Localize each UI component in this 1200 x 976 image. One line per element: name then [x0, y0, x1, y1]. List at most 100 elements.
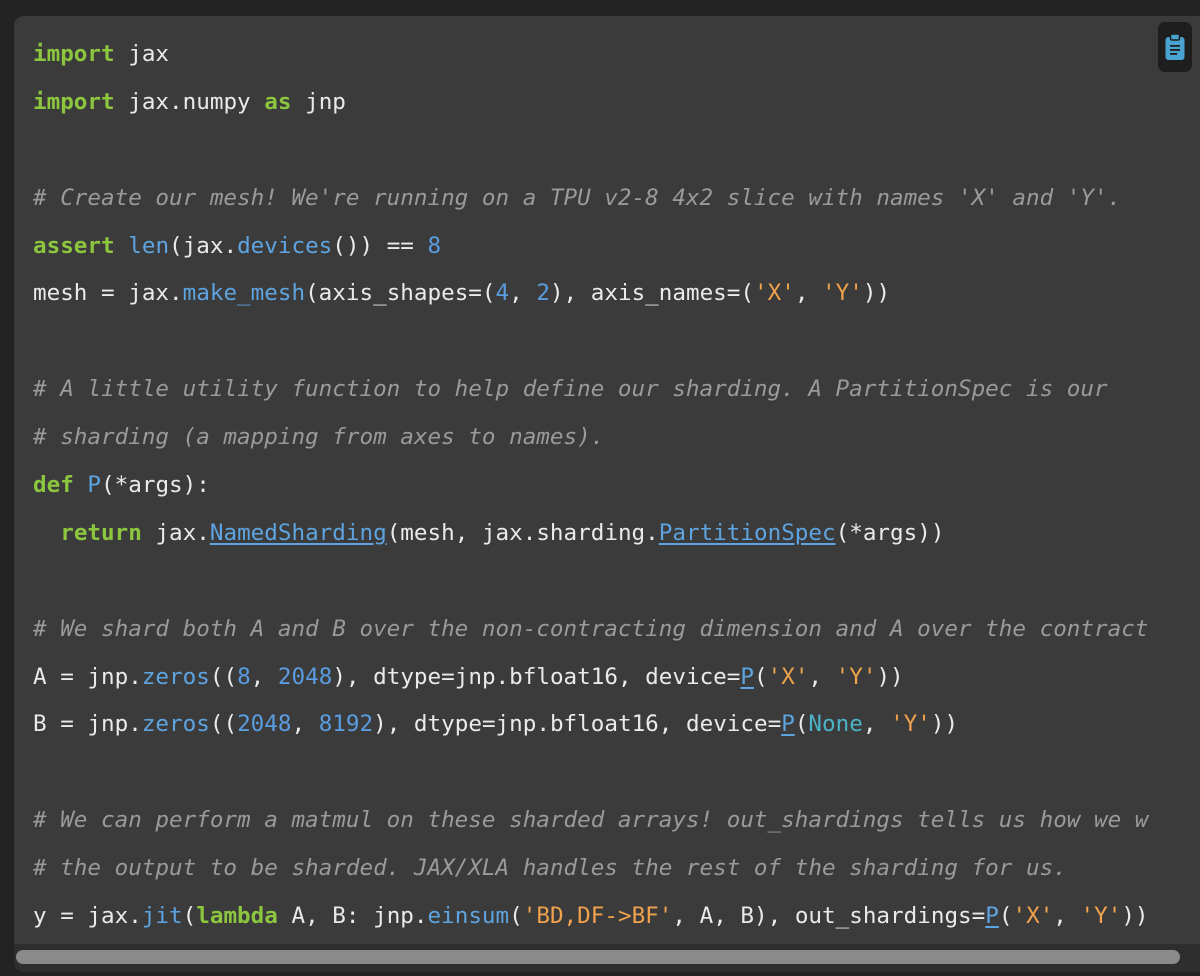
code-token: B = jnp. [33, 711, 142, 738]
code-token: , [1053, 903, 1081, 930]
code-token: jnp [291, 88, 346, 115]
code-token: devices [237, 232, 333, 259]
code-token[interactable]: P [740, 664, 754, 690]
code-token: lambda [196, 903, 278, 930]
code-token: zeros [141, 711, 210, 738]
code-block: import jax import jax.numpy as jnp # Crea… [14, 16, 1200, 972]
code-token: (( [209, 663, 238, 690]
code-scroll-area[interactable]: import jax import jax.numpy as jnp # Crea… [14, 16, 1200, 944]
clipboard-icon [1165, 33, 1185, 60]
code-token: )) [876, 663, 904, 690]
code-line: # We shard both A and B over the non-con… [33, 606, 1200, 654]
code-token: jax.numpy [114, 88, 265, 115]
code-token: , [291, 711, 319, 738]
code-token: len [128, 232, 170, 259]
code-token: 8192 [318, 711, 374, 738]
code-token: # A little utility function to help defi… [33, 376, 1108, 403]
code-line: # sharding (a mapping from axes to names… [33, 414, 1200, 462]
code-line: mesh = jax.make_mesh(axis_shapes=(4, 2),… [33, 270, 1200, 318]
code-token[interactable]: P [985, 903, 999, 929]
code-token: A, B: jnp. [277, 903, 428, 930]
code-token: # We can perform a matmul on these shard… [33, 807, 1149, 834]
code-line: assert len(jax.devices()) == 8 [33, 223, 1200, 271]
code-token: 'Y' [835, 663, 877, 690]
code-token: einsum [427, 903, 510, 930]
code-token: , [808, 663, 836, 690]
code-token: 2048 [277, 663, 333, 690]
code-token: (axis_shapes=( [305, 280, 496, 307]
code-token: )) [930, 711, 959, 738]
code-line: import jax.numpy as jnp [33, 79, 1200, 127]
code-token: assert [33, 232, 115, 259]
code-token: P [87, 472, 102, 499]
code-token: 'Y' [1080, 903, 1122, 930]
code-token: # Create our mesh! We're running on a TP… [33, 184, 1122, 211]
code-token: (*args)) [835, 519, 945, 546]
code-token: , [794, 280, 823, 307]
code-line: # the output to be sharded. JAX/XLA hand… [33, 845, 1200, 893]
scrollbar-thumb[interactable] [16, 950, 1180, 964]
code-token: 'X' [754, 280, 795, 307]
code-token: make_mesh [182, 280, 306, 307]
code-token: A = jnp. [33, 663, 142, 690]
code-token: jax [114, 41, 170, 67]
code-token[interactable]: P [781, 711, 795, 737]
code-token: # We shard both A and B over the non-con… [33, 615, 1149, 642]
code-token: ( [998, 903, 1013, 930]
code-line: B = jnp.zeros((2048, 8192), dtype=jnp.bf… [33, 701, 1200, 749]
code-text: import jax import jax.numpy as jnp # Crea… [14, 16, 1200, 941]
code-token: 'X' [767, 663, 809, 690]
code-token: as [264, 88, 292, 115]
code-token: 8 [237, 663, 251, 690]
code-line: def P(*args): [33, 462, 1200, 510]
code-token[interactable]: NamedSharding [210, 520, 387, 546]
code-line: # Create our mesh! We're running on a TP… [33, 175, 1200, 223]
code-token: def [33, 472, 74, 499]
code-token: import [33, 41, 115, 67]
code-token: ( [794, 711, 809, 738]
code-token: 8 [427, 232, 442, 259]
code-token: (*args): [101, 472, 210, 499]
code-line: # We can perform a matmul on these shard… [33, 797, 1200, 845]
code-token: ()) == [332, 232, 428, 259]
code-token: 'Y' [822, 280, 863, 307]
code-line: y = jax.jit(lambda A, B: jnp.einsum('BD,… [33, 893, 1200, 941]
code-token: (jax. [169, 232, 238, 259]
code-line: # A little utility function to help defi… [33, 366, 1200, 414]
code-token: # sharding (a mapping from axes to names… [33, 424, 605, 451]
code-token: , [509, 280, 537, 307]
code-token: ( [182, 903, 197, 930]
horizontal-scrollbar[interactable] [14, 944, 1200, 972]
code-token: 2 [536, 280, 550, 307]
code-token: mesh = jax. [33, 280, 183, 307]
code-token: 'Y' [890, 711, 931, 738]
code-token: jit [141, 903, 183, 930]
code-token: 'BD,DF->BF' [522, 903, 673, 930]
code-token: (mesh, jax.sharding. [386, 519, 659, 546]
code-token: ), dtype=jnp.bfloat16, device= [332, 663, 741, 690]
code-token: (( [209, 711, 238, 738]
code-token: y = jax. [33, 903, 142, 930]
code-line: A = jnp.zeros((8, 2048), dtype=jnp.bfloa… [33, 654, 1200, 702]
code-token: ), axis_names=( [549, 280, 754, 307]
code-token: None [808, 711, 863, 738]
code-token: zeros [141, 663, 210, 690]
code-token: , [862, 711, 891, 738]
copy-button[interactable] [1158, 22, 1192, 72]
code-token[interactable]: PartitionSpec [659, 520, 836, 546]
code-token: # the output to be sharded. JAX/XLA hand… [33, 855, 1067, 882]
code-token: ( [509, 903, 523, 930]
code-token: 4 [495, 280, 510, 307]
code-token: jax. [141, 519, 210, 546]
code-token: , A, B), out_shardings= [672, 903, 986, 930]
code-token: ( [754, 663, 768, 690]
code-token: ), dtype=jnp.bfloat16, device= [373, 711, 782, 738]
code-token: 'X' [1012, 903, 1054, 930]
